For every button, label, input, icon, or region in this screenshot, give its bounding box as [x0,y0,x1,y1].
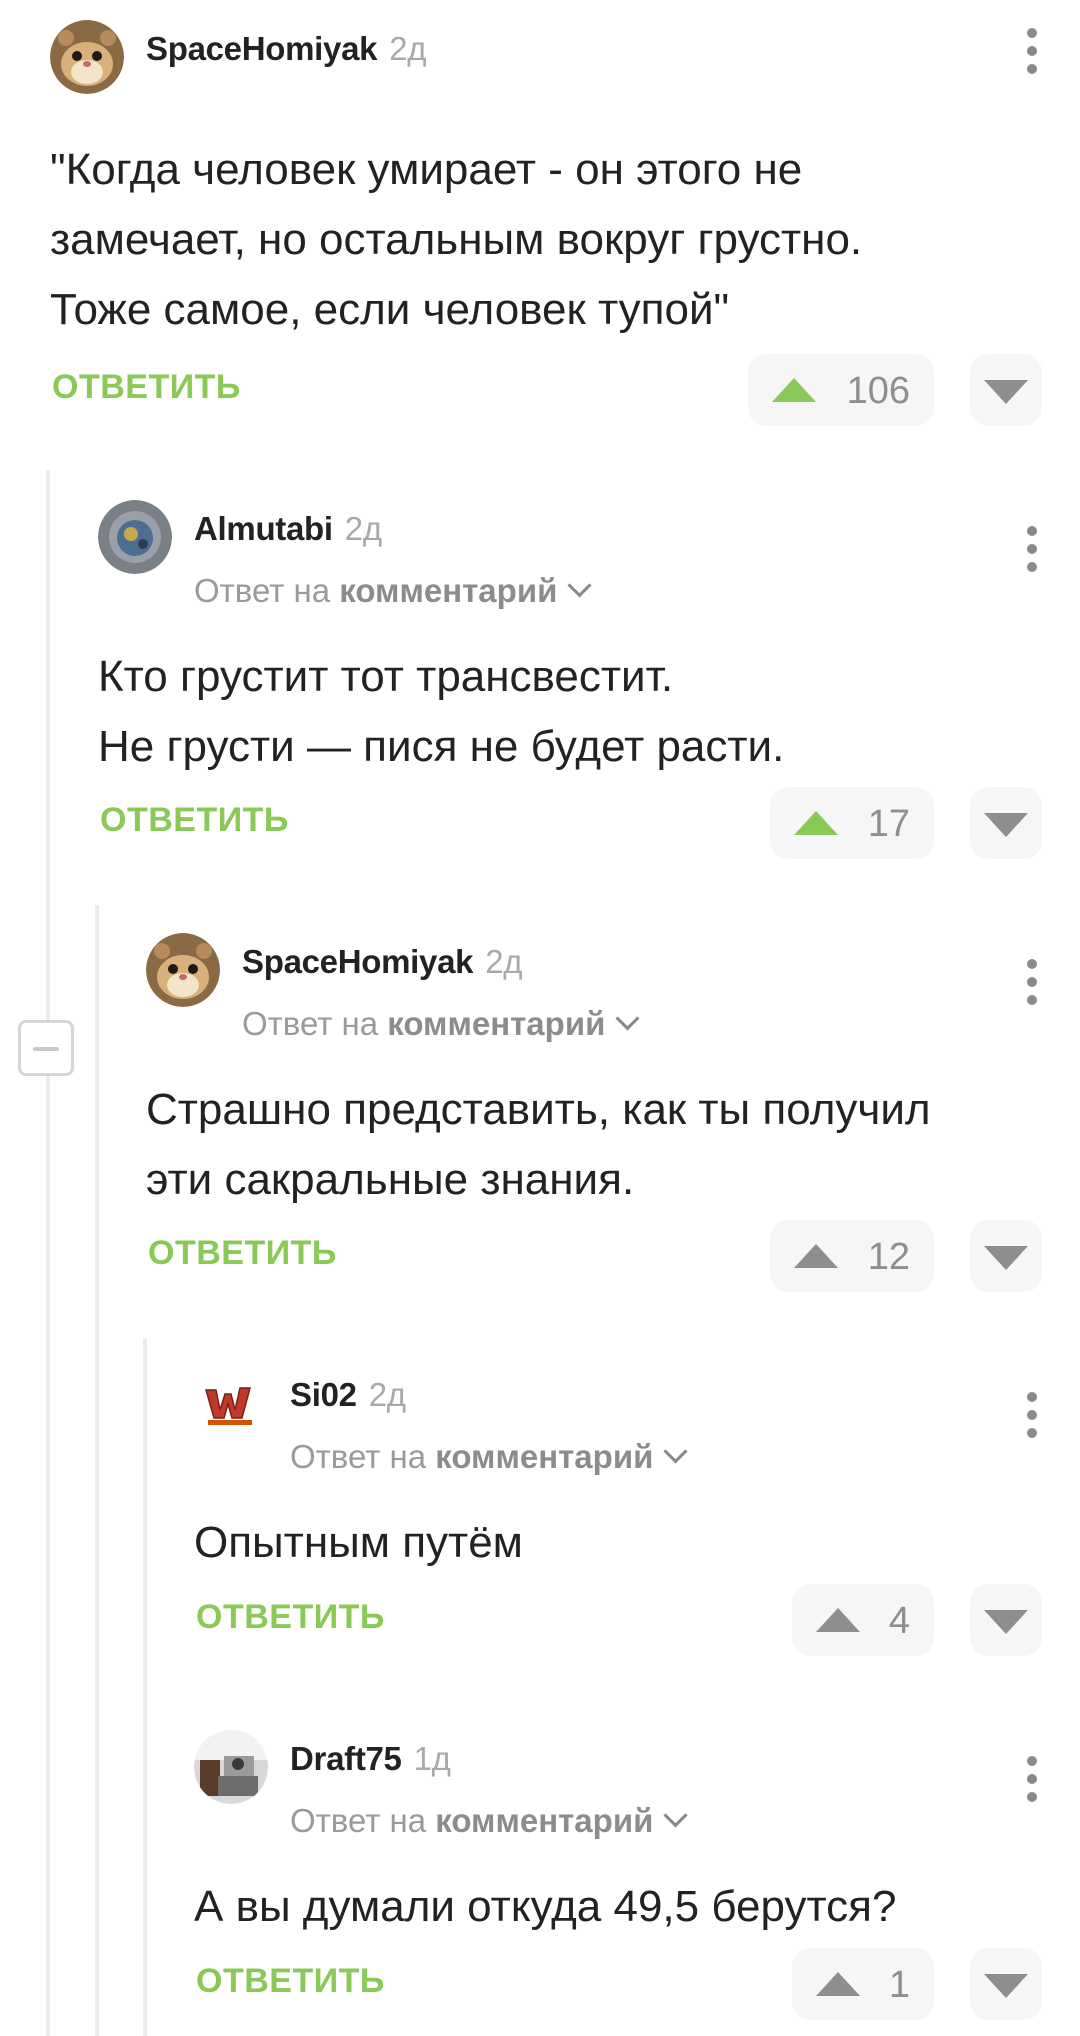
vote-count: 4 [888,1600,910,1642]
chevron-down-icon[interactable] [615,1006,640,1031]
upvote-button[interactable]: 4 [792,1584,934,1656]
arrow-up-icon [794,1244,838,1268]
comment-time: 2д [485,943,523,980]
more-options-icon[interactable] [1022,1756,1042,1806]
upvote-button[interactable]: 17 [770,787,934,859]
reply-to-target[interactable]: комментарий [435,1802,653,1839]
reply-to-link[interactable]: Ответ на комментарий [242,1005,640,1043]
reply-to-prefix: Ответ на [242,1005,379,1042]
reply-button[interactable]: ОТВЕТИТЬ [148,1234,337,1273]
more-options-icon[interactable] [1022,28,1042,78]
arrow-up-icon [794,811,838,835]
upvote-button[interactable]: 106 [748,354,934,426]
arrow-up-icon [816,1608,860,1632]
upvote-button[interactable]: 1 [792,1948,934,2020]
author-row: SpaceHomiyak 2д [146,30,427,68]
author-name[interactable]: Draft75 [290,1740,402,1777]
reply-to-link[interactable]: Ответ на комментарий [290,1802,688,1840]
author-name[interactable]: SpaceHomiyak [242,943,473,980]
comment-time: 2д [344,510,382,547]
downvote-button[interactable] [970,1584,1042,1656]
reply-button[interactable]: ОТВЕТИТЬ [52,368,241,407]
vote-count: 12 [867,1236,910,1278]
comment-text: Опытным путём [194,1518,523,1567]
reply-to-prefix: Ответ на [194,572,331,609]
downvote-button[interactable] [970,1948,1042,2020]
more-options-icon[interactable] [1022,1392,1042,1442]
chevron-down-icon[interactable] [567,573,592,598]
reply-to-target[interactable]: комментарий [339,572,557,609]
hamster-avatar-icon[interactable] [50,20,124,94]
reply-button[interactable]: ОТВЕТИТЬ [100,801,289,840]
moon-crater-avatar-icon[interactable] [98,500,172,574]
arrow-down-icon [984,813,1028,837]
arrow-down-icon [984,1974,1028,1998]
author-row: Si02 2д [290,1376,406,1414]
logo-avatar-icon[interactable] [194,1366,268,1440]
arrow-down-icon [984,1610,1028,1634]
chevron-down-icon[interactable] [663,1803,688,1828]
reply-to-prefix: Ответ на [290,1438,427,1475]
photo-avatar-icon[interactable] [194,1730,268,1804]
more-options-icon[interactable] [1022,526,1042,576]
comment: SpaceHomiyak 2д "Когда человек умирает - … [50,20,1080,440]
downvote-button[interactable] [970,1220,1042,1292]
author-name[interactable]: Si02 [290,1376,357,1413]
thread-line-level-1 [46,470,50,2036]
downvote-button[interactable] [970,354,1042,426]
reply-to-prefix: Ответ на [290,1802,427,1839]
author-row: SpaceHomiyak 2д [242,943,523,981]
comment-text: Страшно представить, как ты получил эти … [146,1085,931,1204]
comment-text: "Когда человек умирает - он этого не зам… [50,145,863,334]
reply-button[interactable]: ОТВЕТИТЬ [196,1598,385,1637]
comment: Draft75 1д Ответ на комментарий А вы дума… [194,1730,1080,2036]
author-name[interactable]: SpaceHomiyak [146,30,377,67]
comment-time: 2д [389,30,427,67]
upvote-button[interactable]: 12 [770,1220,934,1292]
reply-to-link[interactable]: Ответ на комментарий [194,572,592,610]
chevron-down-icon[interactable] [663,1439,688,1464]
reply-to-link[interactable]: Ответ на комментарий [290,1438,688,1476]
author-name[interactable]: Almutabi [194,510,333,547]
reply-to-target[interactable]: комментарий [435,1438,653,1475]
author-row: Draft75 1д [290,1740,451,1778]
author-row: Almutabi 2д [194,510,382,548]
collapse-thread-button[interactable] [18,1020,74,1076]
arrow-up-icon [772,378,816,402]
hamster-avatar-icon[interactable] [146,933,220,1007]
arrow-down-icon [984,380,1028,404]
comment: Almutabi 2д Ответ на комментарий Кто грус… [98,500,1080,870]
vote-count: 1 [888,1964,910,2006]
comment-text: Кто грустит тот трансвестит. Не грусти —… [98,652,785,771]
reply-to-target[interactable]: комментарий [387,1005,605,1042]
thread-line-level-2 [95,905,99,2036]
comment-text: А вы думали откуда 49,5 берутся? [194,1882,897,1931]
thread-line-level-3 [143,1338,147,2036]
comment-time: 2д [368,1376,406,1413]
reply-button[interactable]: ОТВЕТИТЬ [196,1962,385,2001]
comment-time: 1д [413,1740,451,1777]
more-options-icon[interactable] [1022,959,1042,1009]
vote-count: 106 [846,370,910,412]
downvote-button[interactable] [970,787,1042,859]
comment: SpaceHomiyak 2д Ответ на комментарий Стра… [146,933,1080,1303]
vote-count: 17 [867,803,910,845]
comment: Si02 2д Ответ на комментарий Опытным путё… [194,1366,1080,1666]
arrow-down-icon [984,1246,1028,1270]
arrow-up-icon [816,1972,860,1996]
